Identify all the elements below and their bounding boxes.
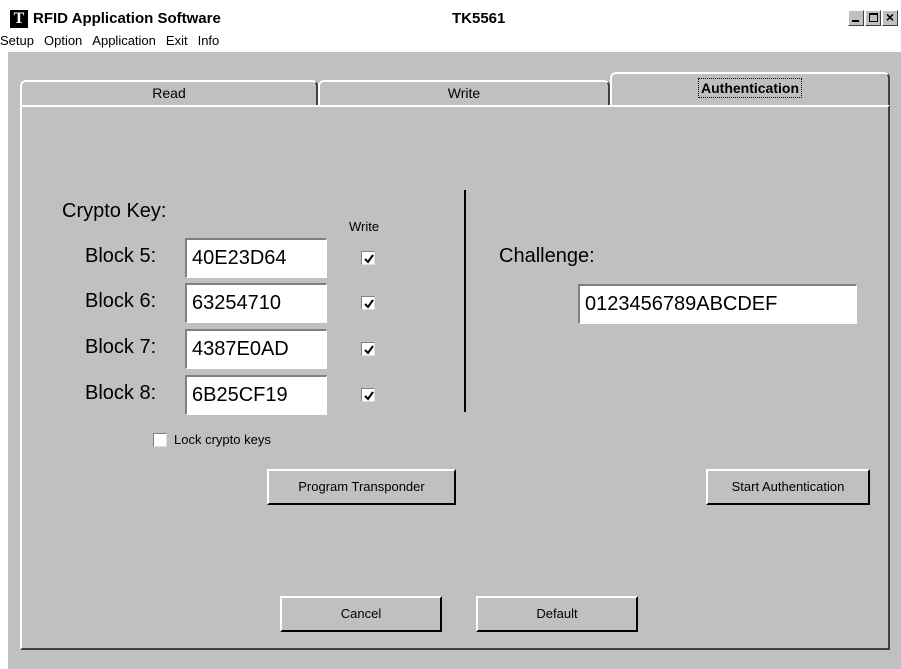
block-7-input[interactable]: 4387E0AD	[185, 329, 327, 369]
block-7-write-checkbox[interactable]	[361, 342, 375, 356]
block-6-write-checkbox[interactable]	[361, 296, 375, 310]
block-6-input[interactable]: 63254710	[185, 283, 327, 323]
menu-setup[interactable]: Setup	[0, 30, 38, 52]
menu-info[interactable]: Info	[198, 30, 224, 52]
block-8-label: Block 8:	[85, 382, 157, 404]
app-icon: T	[10, 10, 28, 28]
menu-option[interactable]: Option	[44, 30, 86, 52]
default-button[interactable]: Default	[476, 596, 638, 632]
menu-application[interactable]: Application	[92, 30, 160, 52]
maximize-icon	[869, 13, 878, 22]
start-authentication-button[interactable]: Start Authentication	[706, 469, 870, 505]
close-icon: ×	[885, 9, 895, 25]
tab-write[interactable]: Write	[318, 80, 610, 106]
lock-crypto-keys-checkbox[interactable]	[153, 433, 167, 447]
maximize-button[interactable]	[865, 10, 881, 26]
block-8-input[interactable]: 6B25CF19	[185, 375, 327, 415]
tab-authentication[interactable]: Authentication	[610, 72, 890, 106]
block-5-label: Block 5:	[85, 245, 157, 267]
write-column-label: Write	[349, 219, 380, 234]
block-7-label: Block 7:	[85, 336, 157, 358]
tab-strip: Read Write Authentication	[20, 72, 890, 106]
section-divider	[464, 190, 466, 412]
tab-read[interactable]: Read	[20, 80, 318, 106]
minimize-button[interactable]	[848, 10, 864, 26]
window-model-label: TK5561	[452, 10, 506, 27]
block-8-write-checkbox[interactable]	[361, 388, 375, 402]
close-button[interactable]: ×	[882, 9, 898, 26]
minimize-icon	[852, 20, 859, 22]
tab-authentication-label: Authentication	[698, 78, 802, 98]
menu-bar: Setup Option Application Exit Info	[0, 30, 901, 52]
block-5-write-checkbox[interactable]	[361, 251, 375, 265]
checkmark-icon	[364, 391, 374, 401]
menu-exit[interactable]: Exit	[166, 30, 192, 52]
checkmark-icon	[364, 345, 374, 355]
window-title: RFID Application Software	[33, 10, 221, 27]
cancel-button[interactable]: Cancel	[280, 596, 442, 632]
crypto-key-heading: Crypto Key:	[62, 200, 167, 222]
authentication-panel	[20, 105, 890, 650]
title-bar: T RFID Application Software TK5561 ×	[8, 8, 901, 30]
checkmark-icon	[364, 299, 374, 309]
challenge-input[interactable]: 0123456789ABCDEF	[578, 284, 857, 324]
block-5-input[interactable]: 40E23D64	[185, 238, 327, 278]
program-transponder-button[interactable]: Program Transponder	[267, 469, 456, 505]
block-6-label: Block 6:	[85, 290, 157, 312]
checkmark-icon	[364, 254, 374, 264]
lock-crypto-keys-label: Lock crypto keys	[174, 432, 271, 447]
challenge-label: Challenge:	[499, 245, 595, 267]
